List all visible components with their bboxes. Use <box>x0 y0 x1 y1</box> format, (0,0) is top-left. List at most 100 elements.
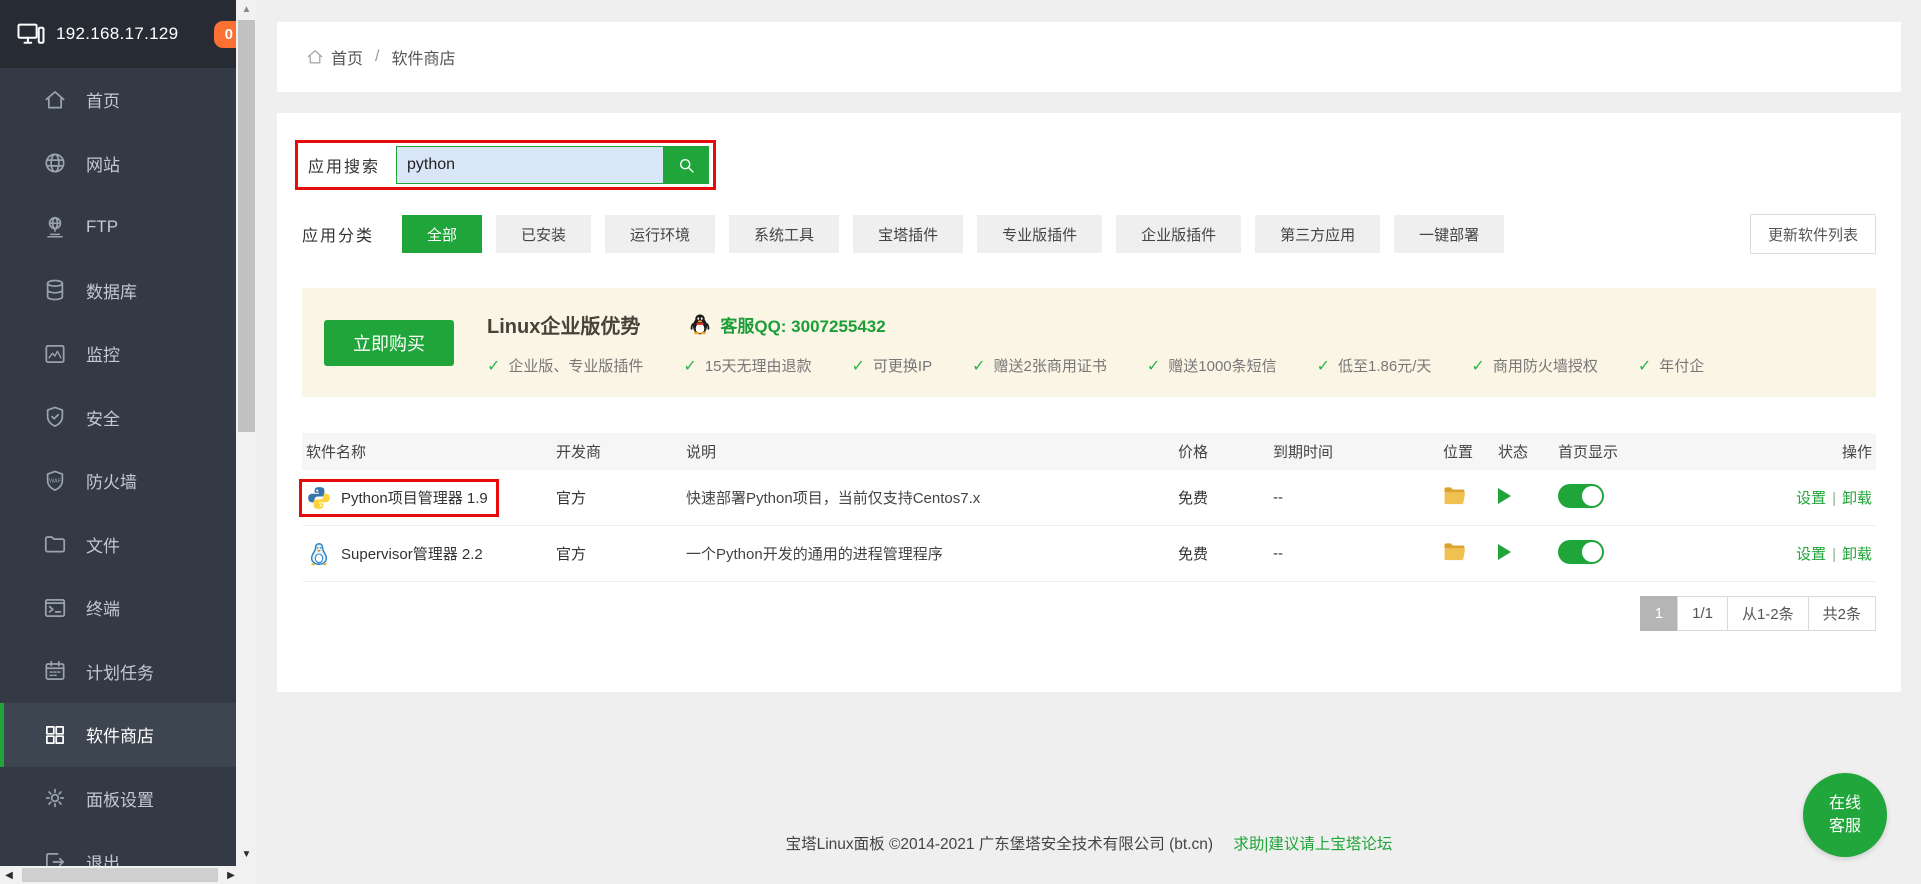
folder-icon <box>42 531 68 557</box>
sidebar-item-首页[interactable]: 首页 <box>0 68 236 132</box>
server-header[interactable]: 192.168.17.129 0 <box>0 0 236 68</box>
column-header: 首页显示 <box>1558 441 1748 462</box>
refresh-software-list-button[interactable]: 更新软件列表 <box>1750 214 1876 254</box>
online-support-button[interactable]: 在线 客服 <box>1803 773 1887 857</box>
banner-feature: ✓15天无理由退款 <box>683 355 811 376</box>
category-tab-运行环境[interactable]: 运行环境 <box>605 215 715 253</box>
developer: 官方 <box>556 543 686 564</box>
sidebar-item-label: 文件 <box>86 532 120 557</box>
banner-features: ✓企业版、专业版插件✓15天无理由退款✓可更换IP✓赠送2张商用证书✓赠送100… <box>487 355 1704 376</box>
column-header: 价格 <box>1178 441 1273 462</box>
sidebar-item-label: 首页 <box>86 87 120 112</box>
sidebar-item-终端[interactable]: 终端 <box>0 576 236 640</box>
gear-icon <box>42 785 68 811</box>
page-range-label: 从1-2条 <box>1727 596 1809 631</box>
server-monitor-icon <box>16 19 46 49</box>
qq-contact[interactable]: 客服QQ: 3007255432 <box>688 312 885 337</box>
category-tab-系统工具[interactable]: 系统工具 <box>729 215 839 253</box>
sidebar-item-FTP[interactable]: FTP <box>0 195 236 259</box>
price: 免费 <box>1178 543 1273 564</box>
category-tab-宝塔插件[interactable]: 宝塔插件 <box>853 215 963 253</box>
vertical-scroll-thumb[interactable] <box>238 20 255 432</box>
search-annotation-box: 应用搜索 <box>295 140 716 190</box>
category-tab-一键部署[interactable]: 一键部署 <box>1394 215 1504 253</box>
action-link-设置[interactable]: 设置 <box>1796 546 1826 563</box>
buy-now-button[interactable]: 立即购买 <box>324 320 454 366</box>
column-header: 位置 <box>1443 441 1498 462</box>
tux-penguin-icon <box>306 541 332 567</box>
sidebar-item-网站[interactable]: 网站 <box>0 132 236 196</box>
monitor-icon <box>42 341 68 367</box>
sidebar-item-数据库[interactable]: 数据库 <box>0 259 236 323</box>
check-icon: ✓ <box>1638 358 1651 375</box>
action-link-卸载[interactable]: 卸载 <box>1842 490 1872 507</box>
banner-feature: ✓赠送1000条短信 <box>1147 355 1277 376</box>
svg-text:WAF: WAF <box>49 478 62 484</box>
sidebar-item-文件[interactable]: 文件 <box>0 513 236 577</box>
waf-shield-icon: WAF <box>42 468 68 494</box>
database-icon <box>42 277 68 303</box>
action-separator: | <box>1832 490 1836 507</box>
action-link-卸载[interactable]: 卸载 <box>1842 546 1872 563</box>
check-icon: ✓ <box>1471 358 1484 375</box>
banner-feature: ✓可更换IP <box>852 355 933 376</box>
sidebar-item-label: 数据库 <box>86 278 137 303</box>
page-total-label: 共2条 <box>1808 596 1876 631</box>
sidebar-item-防火墙[interactable]: WAF防火墙 <box>0 449 236 513</box>
software-name: Supervisor管理器 2.2 <box>341 543 483 564</box>
sidebar-vertical-scrollbar[interactable]: ▲ ▼ <box>236 0 257 866</box>
search-button[interactable] <box>664 146 709 184</box>
home-show-toggle[interactable] <box>1558 540 1604 564</box>
column-header: 说明 <box>686 441 1178 462</box>
breadcrumb-home-link[interactable]: 首页 <box>331 45 363 69</box>
software-name-cell[interactable]: Supervisor管理器 2.2 <box>299 535 494 573</box>
table-row: Supervisor管理器 2.2官方一个Python开发的通用的进程管理程序免… <box>302 526 1876 582</box>
location-folder-icon[interactable] <box>1443 486 1466 506</box>
home-show-toggle[interactable] <box>1558 484 1604 508</box>
category-tab-第三方应用[interactable]: 第三方应用 <box>1255 215 1380 253</box>
home-icon <box>42 87 68 113</box>
category-tab-企业版插件[interactable]: 企业版插件 <box>1116 215 1241 253</box>
app-search-input[interactable] <box>396 146 664 184</box>
running-status-play-icon[interactable] <box>1498 488 1511 504</box>
calendar-icon <box>42 658 68 684</box>
location-folder-icon[interactable] <box>1443 542 1466 562</box>
shield-check-icon <box>42 404 68 430</box>
column-header: 开发商 <box>556 441 686 462</box>
check-icon: ✓ <box>852 358 865 375</box>
sidebar-item-计划任务[interactable]: 计划任务 <box>0 640 236 704</box>
scroll-down-arrow[interactable]: ▼ <box>236 849 257 860</box>
software-name-cell[interactable]: Python项目管理器 1.9 <box>299 479 499 517</box>
check-icon: ✓ <box>1147 358 1160 375</box>
sidebar-item-安全[interactable]: 安全 <box>0 386 236 450</box>
search-icon <box>676 155 697 176</box>
support-line1: 在线 <box>1829 792 1861 815</box>
sidebar-item-label: FTP <box>86 217 118 237</box>
scroll-right-arrow[interactable]: ▶ <box>222 870 240 881</box>
sidebar-item-label: 终端 <box>86 595 120 620</box>
action-link-设置[interactable]: 设置 <box>1796 490 1826 507</box>
running-status-play-icon[interactable] <box>1498 544 1511 560</box>
home-icon <box>305 47 325 67</box>
category-tab-专业版插件[interactable]: 专业版插件 <box>977 215 1102 253</box>
category-tab-已安装[interactable]: 已安装 <box>496 215 591 253</box>
category-label: 应用分类 <box>302 222 402 246</box>
check-icon: ✓ <box>972 358 985 375</box>
toggle-knob <box>1582 486 1602 506</box>
horizontal-scroll-thumb[interactable] <box>22 868 218 882</box>
sidebar-item-面板设置[interactable]: 面板设置 <box>0 767 236 831</box>
category-tab-全部[interactable]: 全部 <box>402 215 482 253</box>
sidebar-menu: 首页网站FTP数据库监控安全WAF防火墙文件终端计划任务软件商店面板设置退出 <box>0 68 236 884</box>
sidebar-item-监控[interactable]: 监控 <box>0 322 236 386</box>
message-count-badge[interactable]: 0 <box>216 23 236 46</box>
horizontal-scrollbar[interactable]: ◀ ▶ <box>0 866 257 884</box>
category-row: 应用分类 全部已安装运行环境系统工具宝塔插件专业版插件企业版插件第三方应用一键部… <box>302 214 1876 254</box>
support-line2: 客服 <box>1829 815 1861 838</box>
scroll-up-arrow[interactable]: ▲ <box>236 4 257 15</box>
enterprise-banner: 立即购买 Linux企业版优势 客服QQ: 3007255432 ✓企业版、专业… <box>302 288 1876 397</box>
search-row: 应用搜索 <box>295 140 1876 190</box>
sidebar-item-软件商店[interactable]: 软件商店 <box>0 703 236 767</box>
scroll-left-arrow[interactable]: ◀ <box>0 870 18 881</box>
page-number-button[interactable]: 1 <box>1640 596 1678 631</box>
forum-help-link[interactable]: 求助|建议请上宝塔论坛 <box>1233 836 1392 853</box>
